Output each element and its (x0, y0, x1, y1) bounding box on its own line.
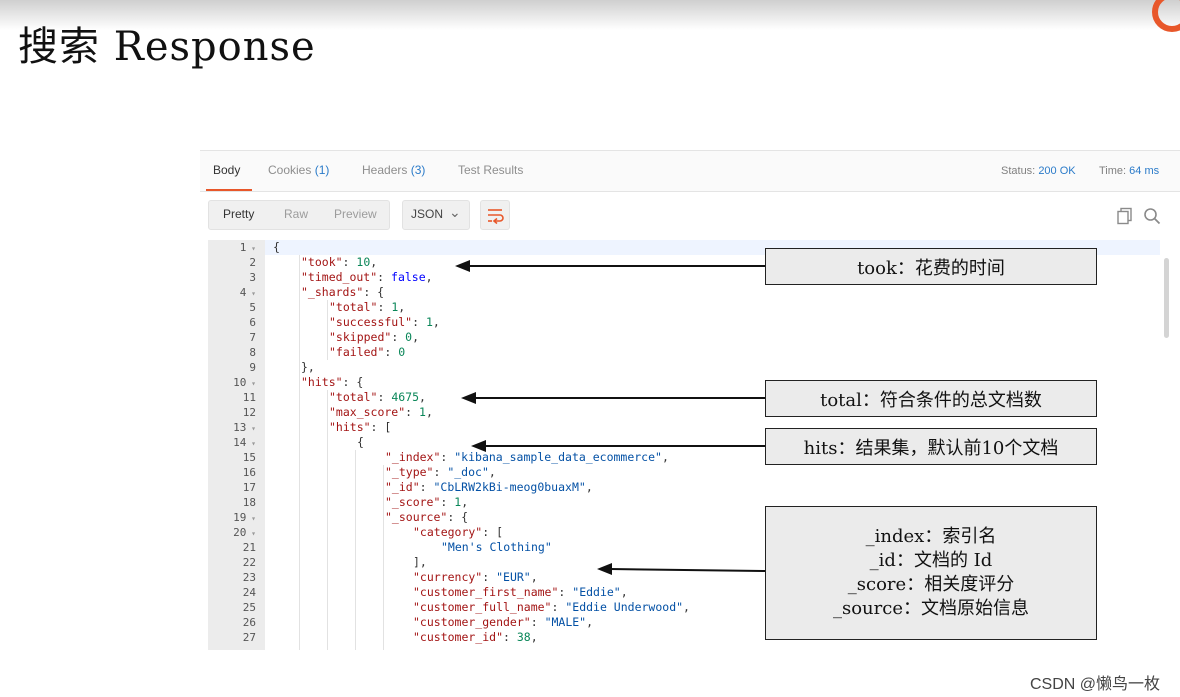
annotation-field-line: _id：文档的 Id (869, 550, 993, 571)
annotation-total: total：符合条件的总文档数 (765, 380, 1097, 417)
arrowhead (455, 260, 470, 272)
annotation-field-line: _source：文档原始信息 (832, 598, 1029, 619)
annotation-fields: _index：索引名 _id：文档的 Id _score：相关度评分 _sour… (765, 506, 1097, 640)
arrowhead (471, 440, 486, 452)
watermark: CSDN @懒鸟一枚 (1030, 676, 1161, 693)
arrowhead (461, 392, 476, 404)
annotation-field-line: _score：相关度评分 (847, 574, 1015, 595)
annotation-field-line: _index：索引名 (865, 526, 997, 547)
arrowhead (597, 563, 612, 575)
annotation-hits: hits：结果集，默认前10个文档 (765, 428, 1097, 465)
annotation-took: took：花费的时间 (765, 248, 1097, 285)
arrow-fields (609, 568, 766, 572)
